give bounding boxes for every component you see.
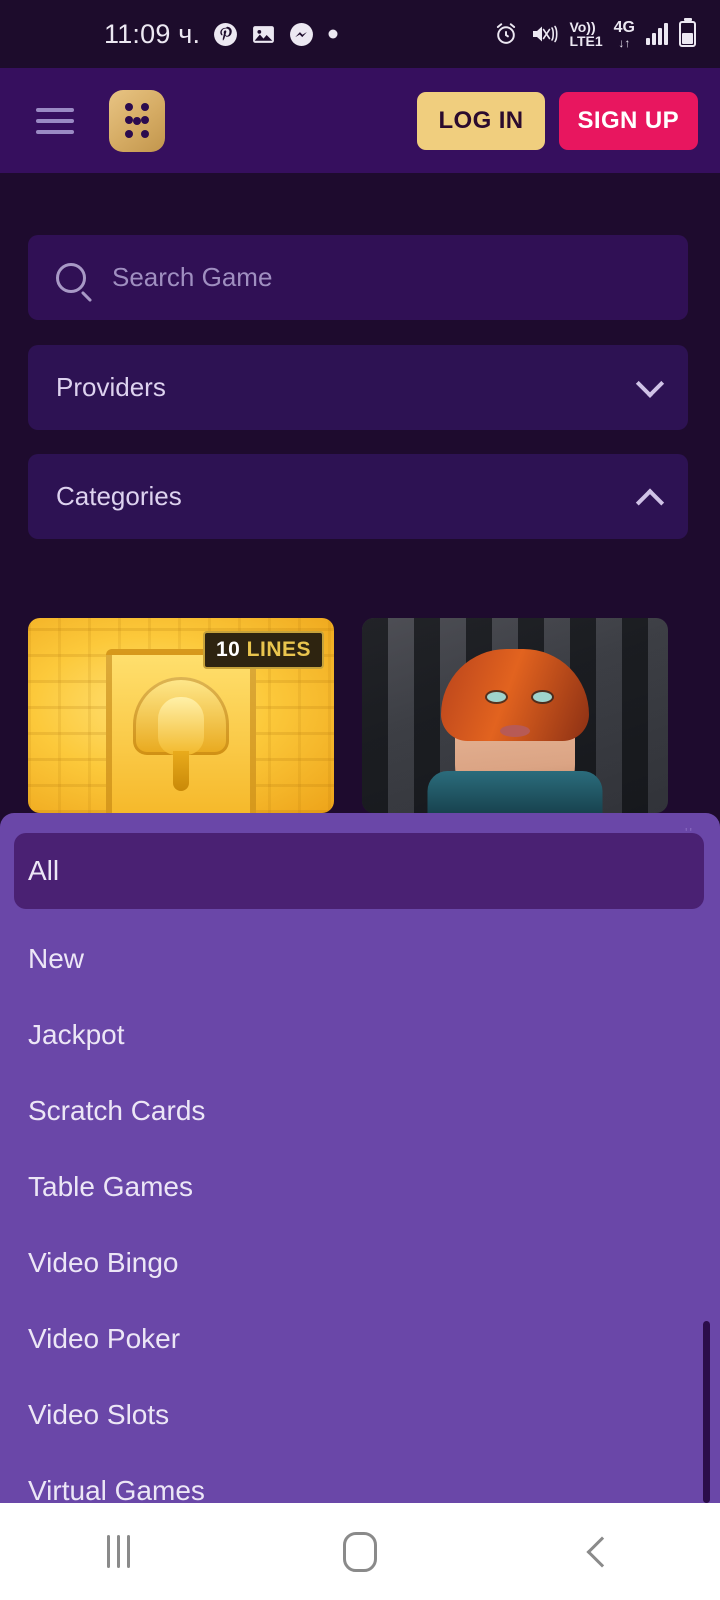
category-label: Video Bingo (28, 1247, 179, 1278)
back-button[interactable] (547, 1525, 657, 1579)
home-icon (343, 1531, 378, 1572)
battery-icon (679, 21, 696, 47)
character-collar (427, 771, 603, 813)
game-tile-egypt[interactable]: 10 LINES (28, 618, 334, 813)
signup-button[interactable]: SIGN UP (558, 91, 698, 150)
gallery-icon (251, 22, 276, 47)
network-indicator: 4G ↓↑ (613, 18, 635, 50)
status-bar: 11:09 ч. Vo)) LTE1 4G ↓↑ (0, 0, 720, 68)
back-icon (586, 1535, 618, 1568)
mute-vibrate-icon (530, 21, 558, 47)
category-item-video-poker[interactable]: Video Poker (0, 1301, 720, 1377)
search-icon (56, 262, 86, 293)
network-label: 4G (613, 18, 635, 36)
category-label: All (28, 855, 60, 886)
character-lips (500, 725, 530, 738)
data-arrows-icon: ↓↑ (618, 35, 631, 50)
category-label: Jackpot (28, 1019, 125, 1050)
messenger-icon (289, 22, 314, 47)
category-item-video-slots[interactable]: Video Slots (0, 1377, 720, 1453)
volte-indicator: Vo)) LTE1 (569, 20, 602, 48)
search-bar[interactable] (28, 235, 688, 320)
recents-button[interactable] (63, 1519, 174, 1584)
dice-logo-icon[interactable] (109, 89, 165, 152)
status-bar-left: 11:09 ч. (104, 19, 339, 50)
header-actions: LOG IN SIGN UP (417, 91, 698, 150)
filter-providers-label: Providers (56, 372, 166, 402)
category-item-jackpot[interactable]: Jackpot (0, 997, 720, 1073)
hamburger-menu-icon[interactable] (36, 107, 74, 134)
lines-badge: 10 LINES (202, 631, 324, 669)
home-button[interactable] (299, 1516, 421, 1588)
login-button[interactable]: LOG IN (417, 91, 545, 150)
recents-icon (106, 1535, 130, 1568)
category-item-all[interactable]: All (14, 833, 704, 909)
game-tile-adventure[interactable] (362, 618, 668, 813)
volte-label-bottom: LTE1 (569, 33, 603, 49)
category-item-virtual-games[interactable]: Virtual Games (0, 1453, 720, 1503)
category-label: Table Games (28, 1171, 193, 1202)
dot-icon (327, 28, 339, 40)
pharaoh-figure-icon (133, 676, 229, 791)
category-item-table-games[interactable]: Table Games (0, 1149, 720, 1225)
categories-list: All New Jackpot Scratch Cards Table Game… (0, 813, 720, 1503)
category-item-video-bingo[interactable]: Video Bingo (0, 1225, 720, 1301)
app-root: 11:09 ч. Vo)) LTE1 4G ↓↑ LOG IN SIGN UP … (0, 0, 720, 1600)
signal-bars-icon (646, 23, 668, 45)
game-grid: 10 LINES (28, 618, 668, 813)
filter-categories-label: Categories (56, 481, 182, 511)
pinterest-icon (213, 22, 238, 47)
status-bar-clock: 11:09 ч. (104, 18, 201, 49)
chevron-up-icon[interactable] (635, 488, 665, 517)
filter-providers[interactable]: Providers (28, 345, 688, 430)
chevron-down-icon[interactable] (635, 369, 665, 398)
filter-categories[interactable]: Categories (28, 454, 688, 539)
lines-badge-word: LINES (246, 638, 311, 661)
lines-badge-number: 10 (215, 638, 241, 661)
category-item-new[interactable]: New (0, 921, 720, 997)
category-label: Scratch Cards (28, 1095, 206, 1126)
category-label: Video Slots (28, 1399, 170, 1430)
android-nav-bar (0, 1503, 720, 1600)
categories-dropdown-panel: '' All New Jackpot Scratch Cards Table G… (0, 813, 720, 1503)
search-input[interactable] (112, 262, 660, 293)
app-header: LOG IN SIGN UP (0, 68, 720, 173)
status-bar-right: Vo)) LTE1 4G ↓↑ (493, 18, 696, 50)
category-label: New (28, 943, 85, 974)
category-label: Video Poker (28, 1323, 181, 1354)
dropdown-scrollbar[interactable] (703, 1321, 710, 1503)
volte-label-top: Vo)) (569, 19, 596, 35)
category-label: Virtual Games (28, 1475, 205, 1503)
category-item-scratch-cards[interactable]: Scratch Cards (0, 1073, 720, 1149)
alarm-icon (493, 21, 519, 47)
